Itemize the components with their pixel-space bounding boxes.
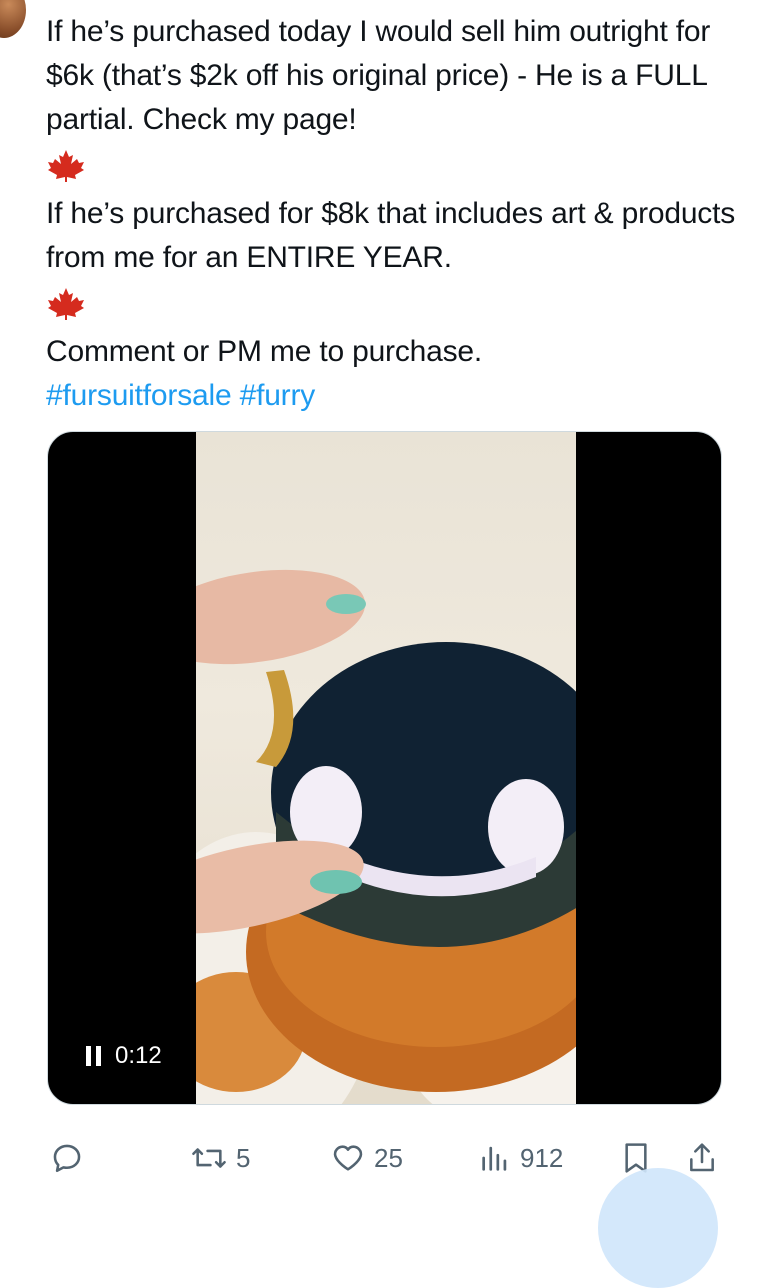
compose-button[interactable] xyxy=(598,1168,718,1288)
like-button[interactable]: 25 xyxy=(330,1136,403,1180)
author-avatar[interactable] xyxy=(0,0,26,38)
tweet-actions: 5 25 912 xyxy=(50,1136,730,1180)
views-count: 912 xyxy=(520,1142,564,1173)
repost-icon xyxy=(192,1148,226,1168)
hashtags: #fursuitforsale #furry xyxy=(46,374,746,418)
video-time: 0:12 xyxy=(115,1042,162,1069)
repost-button[interactable]: 5 xyxy=(190,1136,250,1180)
reply-button[interactable] xyxy=(50,1136,84,1180)
pause-icon[interactable] xyxy=(86,1046,101,1066)
hashtag-link[interactable]: #furry xyxy=(240,379,316,412)
video-frame-image xyxy=(196,569,576,1104)
views-icon xyxy=(482,1146,507,1171)
video-time-badge[interactable]: 0:12 xyxy=(74,1036,174,1076)
share-icon xyxy=(690,1143,714,1172)
tweet-paragraph-1: If he’s purchased today I would sell him… xyxy=(46,15,711,136)
video-player[interactable]: 0:12 xyxy=(47,431,722,1105)
like-count: 25 xyxy=(374,1142,403,1173)
repost-count: 5 xyxy=(236,1142,251,1173)
maple-leaf-icon xyxy=(46,148,746,192)
share-button[interactable] xyxy=(686,1136,718,1180)
reply-icon xyxy=(53,1144,81,1173)
maple-leaf-icon xyxy=(46,286,746,330)
tweet-paragraph-3: Comment or PM me to purchase. xyxy=(46,335,483,368)
hashtag-link[interactable]: #fursuitforsale xyxy=(46,379,232,412)
views-button[interactable]: 912 xyxy=(478,1136,563,1180)
tweet-paragraph-2: If he’s purchased for $8k that includes … xyxy=(46,197,736,274)
tweet-text: If he’s purchased today I would sell him… xyxy=(46,10,746,418)
heart-icon xyxy=(333,1145,363,1171)
video-frame xyxy=(196,432,576,1104)
